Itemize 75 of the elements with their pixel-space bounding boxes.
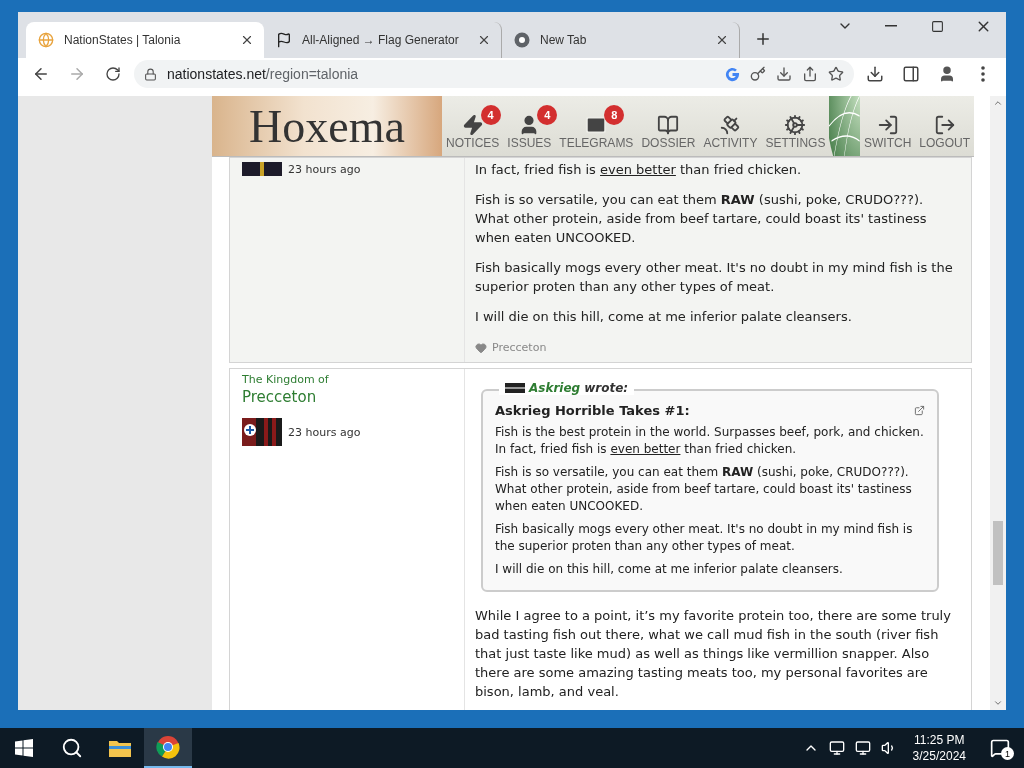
scroll-down-icon[interactable] (993, 698, 1003, 708)
post-time: 23 hours ago (288, 162, 361, 176)
nav-link[interactable]: 8 TELEGRAMS (555, 96, 638, 156)
flag-image (242, 418, 282, 446)
nation-link[interactable]: Precceton (242, 388, 452, 406)
install-icon[interactable] (776, 66, 792, 82)
nav-link[interactable]: ACTIVITY (699, 96, 762, 156)
scrollbar[interactable] (990, 96, 1006, 710)
flag-image (242, 162, 282, 176)
download-icon (866, 65, 884, 83)
browser-logo-icon (156, 735, 180, 759)
forward-arrow-icon (68, 65, 86, 83)
scroll-up-icon[interactable] (993, 98, 1003, 108)
globe-icon (38, 32, 54, 48)
logo-banner[interactable]: Hoxema (212, 96, 442, 156)
nav-link[interactable]: 4 NOTICES (442, 96, 504, 156)
post-paragraph: In fact, fried fish is even better than fried chicken. (475, 161, 803, 179)
sign-in-icon (876, 114, 899, 136)
sign-out-icon (933, 114, 956, 136)
notification-button[interactable]: 1 (982, 728, 1018, 768)
google-icon[interactable] (725, 66, 740, 82)
post-paragraph: I will die on this hill, come at me inferior palate cleansers. (475, 308, 853, 326)
post-paragraph: Fish basically mogs every other meat. It's no doubt in my mind fish is the superior proten than any other types of meat. (475, 259, 954, 296)
globe-drawing (829, 96, 860, 156)
close-icon[interactable] (240, 33, 254, 47)
nav-link[interactable]: SETTINGS (761, 96, 830, 156)
folder-icon (109, 739, 131, 757)
count-badge: 4 (480, 105, 501, 125)
menu-icon (981, 66, 985, 82)
message-icon (990, 738, 1010, 758)
nav-link[interactable]: SWITCH (860, 96, 916, 156)
lock-icon (144, 67, 157, 81)
key-icon[interactable] (750, 66, 766, 82)
monitor-icon[interactable] (828, 740, 845, 756)
browser-logo-icon (514, 32, 530, 48)
quote-paragraph: Fish is the best protein in the world. Surpasses beef, pork, and chicken. In fact, fried fish is even better than fried chicken. (495, 424, 925, 458)
clock[interactable]: 11:25 PM 3/25/2024 (906, 732, 972, 764)
quote-paragraph: I will die on this hill, come at me inferior palate cleansers. (495, 561, 844, 578)
quote-paragraph: Fish is so versatile, you can eat them RAW (sushi, poke, CRUDO???). What other protein, aside from beef tartare, could boast its' tastiness when eaten UNCOOKED. (495, 464, 913, 515)
person-icon (938, 65, 956, 83)
windows-logo-icon (15, 739, 33, 757)
external-link-icon[interactable] (914, 405, 925, 416)
reload-icon (105, 66, 121, 82)
browser-taskbar-button[interactable] (144, 728, 192, 768)
liker-name: Precceton (492, 341, 547, 354)
flag-image (505, 383, 525, 393)
quote-attribution: Askrieg wrote: (499, 381, 635, 395)
side-panel-icon (902, 65, 920, 83)
count-badge: 4 (537, 105, 558, 125)
nav-link[interactable]: LOGOUT (915, 96, 974, 156)
star-icon[interactable] (828, 66, 844, 82)
post-paragraph: While I agree to a point, it’s my favorite protein too, there are some truly bad tasting fish out there, what we call mud fish in the south (river fish that just taste like mud) as well as things like vermillion snapper. Also there are some amazing tasting meats too, my personal favorites are bison, lamb, and veal. (475, 607, 952, 701)
address-bar[interactable]: nationstates.net/region=talonia (134, 60, 854, 88)
lightning-icon (461, 114, 484, 136)
count-badge: 8 (604, 105, 625, 125)
scroll-thumb[interactable] (993, 521, 1003, 585)
post-time: 23 hours ago (288, 425, 361, 439)
quote-title: Askrieg Horrible Takes #1: (495, 403, 690, 418)
nation-pretitle: The Kingdom of (242, 373, 330, 386)
envelope-icon (585, 114, 608, 136)
share-icon[interactable] (802, 66, 818, 82)
search-icon (61, 737, 83, 759)
flag-icon (276, 32, 292, 48)
plus-icon (754, 30, 772, 48)
close-icon[interactable] (715, 33, 729, 47)
close-icon[interactable] (477, 33, 491, 47)
browser-tab[interactable]: NationStates | Talonia (26, 22, 264, 58)
quote-paragraph: Fish basically mogs every other meat. It's no doubt in my mind fish is the superior proten than any other types of meat. (495, 521, 914, 555)
book-icon (657, 114, 680, 136)
nav-link[interactable]: DOSSIER (637, 96, 700, 156)
maximize-icon (930, 19, 944, 33)
nav-link[interactable]: 4 ISSUES (503, 96, 556, 156)
post-paragraph: Fish is so versatile, you can eat them RAW (sushi, poke, CRUDO???). What other protein, aside from beef tartare, could boast its' tastiness when eaten UNCOOKED. (475, 191, 928, 247)
heart-icon[interactable] (475, 341, 487, 354)
minimize-icon (885, 25, 897, 27)
